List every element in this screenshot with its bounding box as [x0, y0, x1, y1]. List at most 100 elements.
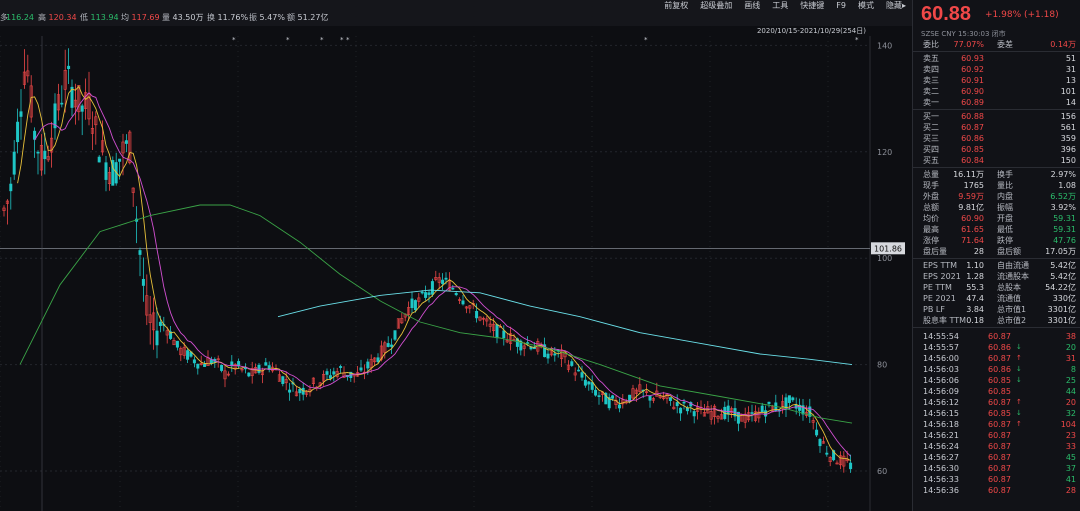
candle-body: [43, 150, 47, 160]
row-value: 61.65: [961, 225, 984, 234]
tick-time: 14:56:06: [923, 376, 959, 385]
candle-body: [36, 151, 40, 154]
candle-body: [339, 366, 343, 368]
date-range-label: 2020/10/15-2021/10/29(254日): [757, 27, 866, 35]
ask-price: 60.89: [961, 98, 984, 107]
event-marker: *: [855, 36, 859, 44]
row-label: 最高: [923, 225, 939, 234]
bid-row[interactable]: 买一 60.88 156: [913, 111, 1080, 122]
ask-label: 卖五: [923, 54, 939, 63]
candle-body: [583, 379, 587, 386]
ma60-line: [19, 204, 853, 424]
y-tick-label: 120: [877, 148, 892, 157]
candle-body: [413, 300, 417, 311]
tick-price: 60.85: [988, 409, 1011, 418]
candle-body: [175, 340, 179, 348]
event-marker: *: [320, 36, 324, 44]
candle-body: [220, 364, 224, 371]
ask-row[interactable]: 卖二 60.90 101: [913, 86, 1080, 97]
candle-body: [158, 321, 162, 326]
bid-price: 60.87: [961, 123, 984, 132]
candle-body: [410, 298, 414, 308]
candle-body: [60, 102, 64, 105]
kline-svg[interactable]: 140 120 100 80 60 2020/10/15-2021/10/29(254日)…: [0, 14, 912, 511]
tick-volume: 32: [1065, 409, 1076, 418]
tick-time: 14:56:15: [923, 409, 959, 418]
toolbar-button[interactable]: 模式: [852, 0, 880, 11]
row-value: 1.28: [966, 272, 984, 281]
ask-row[interactable]: 卖四 60.92 31: [913, 64, 1080, 75]
candle-body: [97, 156, 101, 163]
fundamental-row: PE 2021 47.4 流通值 330亿: [913, 293, 1080, 304]
tick-row: 14:56:15 60.85 ↓ 32: [913, 408, 1080, 419]
tick-volume: 31: [1065, 354, 1076, 363]
stat-row: 总额 9.81亿 振幅 3.92%: [913, 202, 1080, 213]
quote-item-value: 51.27亿: [295, 13, 329, 22]
bid-row[interactable]: 买二 60.87 561: [913, 122, 1080, 133]
tick-price: 60.87: [988, 442, 1011, 451]
tick-row: 14:56:06 60.85 ↓ 25: [913, 375, 1080, 386]
quote-item-label: 均: [121, 13, 129, 22]
tick-price: 60.87: [988, 486, 1011, 495]
event-marker: *: [340, 36, 344, 44]
fundamental-row: PE TTM 55.3 总股本 54.22亿: [913, 282, 1080, 293]
bid-price: 60.85: [961, 145, 984, 154]
candle-body: [141, 278, 145, 286]
toolbar-button[interactable]: 隐藏▸: [880, 0, 912, 11]
stat-row: 最高 61.65 最低 59.31: [913, 224, 1080, 235]
candle-body: [787, 395, 791, 403]
row-value-2: 17.05万: [1045, 247, 1076, 256]
toolbar-button[interactable]: 画线: [738, 0, 766, 11]
candle-body: [679, 407, 683, 414]
candle-body: [298, 389, 302, 394]
tick-price: 60.87: [988, 431, 1011, 440]
row-value: 0.18: [966, 316, 984, 325]
row-value: 47.4: [966, 294, 984, 303]
toolbar-button[interactable]: 前复权: [658, 0, 694, 11]
up-arrow-icon: ↑: [1016, 398, 1022, 406]
bid-row[interactable]: 买五 60.84 150: [913, 155, 1080, 166]
row-value: 3.84: [966, 305, 984, 314]
ask-row[interactable]: 卖一 60.89 14: [913, 97, 1080, 108]
candle-body: [366, 361, 370, 369]
kline-chart[interactable]: 140 120 100 80 60 2020/10/15-2021/10/29(254日)…: [0, 14, 912, 511]
tick-row: 14:55:54 60.87 38: [913, 331, 1080, 342]
tick-price: 60.87: [988, 354, 1011, 363]
chart-header: 多 116.24 高 120.34 低 113.94 均 117.69 量 43.50万…: [0, 0, 912, 26]
row-value-2: 54.22亿: [1045, 283, 1076, 292]
row-value: 9.81亿: [958, 203, 984, 212]
row-label-2: 跌停: [997, 236, 1013, 245]
fundamental-row: EPS 2021 1.28 流通股本 5.42亿: [913, 271, 1080, 282]
quote-item-label: 换: [207, 13, 215, 22]
tick-row: 14:56:30 60.87 37: [913, 463, 1080, 474]
row-label: 现手: [923, 181, 939, 190]
row-value-2: 59.31: [1053, 214, 1076, 223]
tick-volume: 20: [1065, 398, 1076, 407]
tick-time: 14:55:54: [923, 332, 959, 341]
row-value-2: 3301亿: [1047, 305, 1076, 314]
row-value: 55.3: [966, 283, 984, 292]
ask-row[interactable]: 卖三 60.91 13: [913, 75, 1080, 86]
tick-time: 14:56:27: [923, 453, 959, 462]
toolbar-button[interactable]: F9: [830, 0, 852, 11]
candle-body: [264, 362, 268, 366]
bid-row[interactable]: 买四 60.85 396: [913, 144, 1080, 155]
tick-time: 14:56:12: [923, 398, 959, 407]
candle-body: [726, 405, 730, 415]
ask-row[interactable]: 卖五 60.93 51: [913, 53, 1080, 64]
bid-row[interactable]: 买三 60.86 359: [913, 133, 1080, 144]
quote-item: 116.24: [6, 12, 34, 24]
toolbar-button[interactable]: 快捷键: [794, 0, 830, 11]
row-value: 77.07%: [953, 40, 984, 49]
up-arrow-icon: ↑: [1016, 420, 1022, 428]
toolbar-button[interactable]: 超级叠加: [694, 0, 738, 11]
tick-volume: 23: [1065, 431, 1076, 440]
divider: [913, 109, 1080, 110]
bid-price: 60.84: [961, 156, 984, 165]
row-value-2: 5.42亿: [1050, 261, 1076, 270]
stat-row: 外盘 9.59万 内盘 6.52万: [913, 191, 1080, 202]
toolbar-button[interactable]: 工具: [766, 0, 794, 11]
tick-time: 14:56:30: [923, 464, 959, 473]
tick-price: 60.87: [988, 464, 1011, 473]
row-value-2: 5.42亿: [1050, 272, 1076, 281]
